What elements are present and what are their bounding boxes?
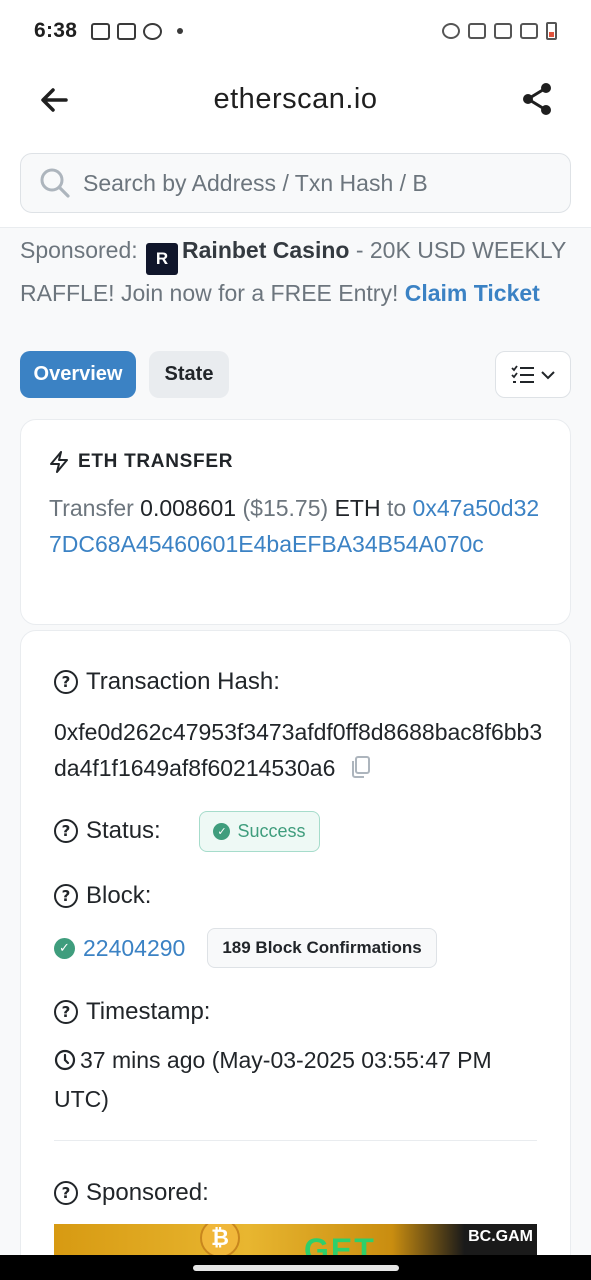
hash-label: ? Transaction Hash:	[54, 668, 280, 696]
check-circle-icon: ✓	[213, 823, 231, 840]
banner-brand: BC.GAM	[468, 1228, 533, 1245]
timestamp-label-text: Timestamp:	[86, 998, 211, 1025]
sponsor-brand[interactable]: Rainbet Casino	[182, 237, 349, 263]
block-label-text: Block:	[86, 882, 152, 909]
more-notifications-icon	[177, 28, 184, 34]
status-label: ? Status:	[54, 817, 161, 845]
search-box[interactable]	[20, 153, 571, 213]
chevron-down-icon	[541, 370, 555, 379]
help-icon[interactable]: ?	[54, 884, 78, 908]
hash-label-text: Transaction Hash:	[86, 668, 280, 695]
more-options-button[interactable]	[495, 351, 571, 398]
page-host: etherscan.io	[213, 82, 378, 115]
wifi-icon	[468, 23, 486, 39]
tab-state[interactable]: State	[149, 351, 229, 398]
status-badge: ✓ Success	[199, 811, 320, 852]
checklist-icon	[511, 364, 534, 383]
check-circle-icon: ✓	[54, 937, 75, 959]
system-icons	[442, 22, 557, 40]
transaction-hash: 0xfe0d262c47953f3473afdf0ff8d8688bac8f6b…	[54, 719, 543, 781]
timestamp-value: 37 mins ago (May-03-2025 03:55:47 PM UTC…	[54, 1047, 492, 1112]
search-input[interactable]	[83, 169, 443, 197]
claim-ticket-link[interactable]: Claim Ticket	[405, 280, 540, 306]
tab-overview[interactable]: Overview	[20, 351, 136, 398]
signal-icon-2	[520, 23, 538, 39]
help-icon[interactable]: ?	[54, 1181, 78, 1205]
transfer-to-word: to	[386, 495, 407, 521]
transaction-details-card: ? Transaction Hash: 0xfe0d262c47953f3473…	[20, 630, 571, 1280]
arrow-left-icon	[41, 88, 68, 112]
browser-bar: etherscan.io	[0, 62, 591, 136]
whatsapp-icon	[143, 22, 163, 40]
share-icon	[523, 83, 551, 115]
sponsored-ad: Sponsored: R Rainbet Casino - 20K USD WEE…	[20, 232, 580, 311]
transfer-word: Transfer	[49, 495, 134, 521]
battery-icon	[546, 22, 557, 40]
status-time: 6:38	[34, 19, 78, 42]
transfer-heading-text: ETH TRANSFER	[78, 451, 234, 472]
eth-transfer-card: ETH TRANSFER Transfer 0.008601 ($15.75) …	[20, 419, 571, 625]
hash-value-row: 0xfe0d262c47953f3473afdf0ff8d8688bac8f6b…	[54, 714, 544, 789]
divider	[54, 1140, 537, 1141]
sponsored-label: Sponsored:	[20, 237, 138, 263]
transfer-heading: ETH TRANSFER	[49, 451, 233, 473]
back-button[interactable]	[36, 82, 72, 118]
clock-icon	[54, 1045, 76, 1081]
block-row: ✓ 22404290 189 Block Confirmations	[54, 928, 437, 968]
bitcoin-coin-icon: ₿	[200, 1224, 240, 1258]
block-confirmations-badge: 189 Block Confirmations	[207, 928, 437, 968]
transfer-usd: ($15.75)	[242, 495, 329, 521]
copy-button[interactable]	[349, 753, 371, 789]
timestamp-label: ? Timestamp:	[54, 998, 210, 1026]
status-value: Success	[237, 821, 306, 841]
home-gesture-handle[interactable]	[193, 1265, 399, 1271]
sponsored-section-label: ? Sponsored:	[54, 1179, 209, 1207]
gallery-icon	[91, 22, 111, 40]
sponsored-label-text: Sponsored:	[86, 1179, 209, 1206]
block-number-link[interactable]: 22404290	[83, 935, 185, 962]
transfer-amount: 0.008601	[140, 495, 237, 521]
system-nav-bar	[0, 1255, 591, 1280]
copy-icon	[352, 756, 371, 778]
search-icon	[40, 168, 70, 198]
signal-icon	[494, 23, 512, 39]
share-button[interactable]	[519, 81, 555, 117]
alarm-icon	[442, 23, 460, 39]
rainbet-logo: R	[146, 243, 179, 275]
lightning-icon	[50, 451, 68, 473]
timestamp-row: 37 mins ago (May-03-2025 03:55:47 PM UTC…	[54, 1042, 534, 1117]
help-icon[interactable]: ?	[54, 819, 78, 843]
notification-icons	[91, 22, 184, 40]
status-bar: 6:38	[0, 0, 591, 62]
block-label: ? Block:	[54, 882, 151, 910]
gmail-icon	[117, 22, 137, 40]
status-label-text: Status:	[86, 817, 161, 844]
transfer-unit: ETH	[334, 495, 381, 521]
search-section	[0, 136, 591, 228]
help-icon[interactable]: ?	[54, 1000, 78, 1024]
transfer-summary: Transfer 0.008601 ($15.75) ETH to 0x47a5…	[49, 490, 549, 562]
help-icon[interactable]: ?	[54, 670, 78, 694]
